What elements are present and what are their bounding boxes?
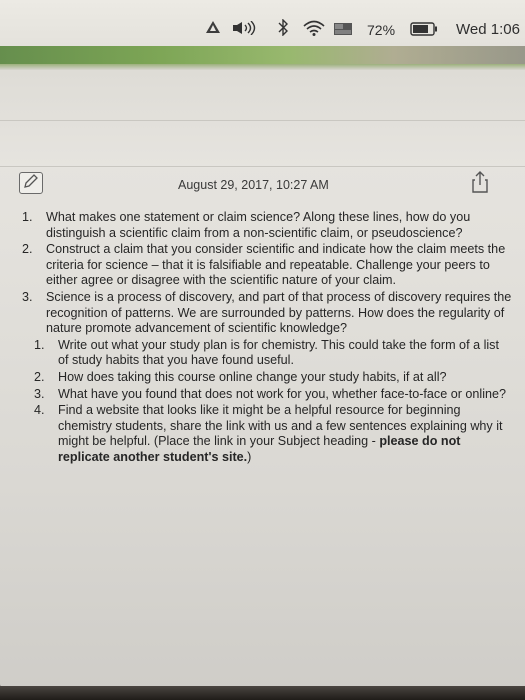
bluetooth-icon[interactable] — [277, 18, 289, 41]
item-text: Science is a process of discovery, and p… — [46, 289, 512, 336]
note-body[interactable]: 1. What makes one statement or claim scie… — [22, 210, 512, 467]
monitor-bezel — [0, 686, 525, 700]
item-text-tail: ) — [247, 449, 252, 464]
desktop-strip — [0, 46, 525, 64]
item-number: 2. — [34, 369, 45, 384]
header-divider — [0, 166, 525, 167]
item-number: 4. — [34, 403, 45, 418]
item-text: How does taking this course online chang… — [58, 369, 447, 384]
item-number: 3. — [22, 289, 33, 304]
item-number: 1. — [22, 210, 33, 224]
item-text: Construct a claim that you consider scie… — [46, 242, 506, 288]
wifi-icon[interactable] — [303, 20, 325, 39]
drive-icon[interactable] — [205, 20, 221, 37]
item-number: 3. — [34, 386, 45, 401]
list-item: 3. What have you found that does not work… — [34, 387, 512, 403]
question-list-b: 1. Write out what your study plan is for … — [34, 338, 512, 466]
toolbar-divider — [0, 120, 525, 121]
battery-icon[interactable] — [410, 22, 438, 39]
list-item: 2. Construct a claim that you consider sc… — [22, 242, 512, 289]
question-list-a: 1. What makes one statement or claim scie… — [22, 210, 512, 337]
list-item: 1. What makes one statement or claim scie… — [22, 210, 512, 241]
notes-toolbar-area — [0, 70, 525, 168]
volume-icon[interactable] — [232, 20, 258, 38]
note-timestamp: August 29, 2017, 10:27 AM — [178, 178, 329, 192]
list-item: 2. How does taking this course online cha… — [34, 370, 512, 386]
item-number: 2. — [22, 242, 33, 257]
list-item: 3. Science is a process of discovery, and… — [22, 290, 512, 337]
menu-bar: 72% Wed 1:06 — [0, 0, 525, 46]
screen: 72% Wed 1:06 August 29, 2017, 10:27 AM 1… — [0, 0, 525, 690]
list-item: 4. Find a website that looks like it migh… — [34, 403, 512, 465]
compose-note-button[interactable] — [19, 172, 43, 194]
share-icon[interactable] — [470, 170, 490, 194]
list-item: 1. Write out what your study plan is for … — [34, 338, 512, 369]
item-text: Write out what your study plan is for ch… — [58, 337, 499, 368]
battery-percent[interactable]: 72% — [367, 22, 395, 38]
keyboard-flag-icon[interactable] — [334, 22, 352, 38]
menu-clock[interactable]: Wed 1:06 — [456, 21, 520, 38]
item-text: What makes one statement or claim scienc… — [46, 210, 471, 240]
item-number: 1. — [34, 337, 45, 352]
item-text: What have you found that does not work f… — [58, 386, 507, 401]
